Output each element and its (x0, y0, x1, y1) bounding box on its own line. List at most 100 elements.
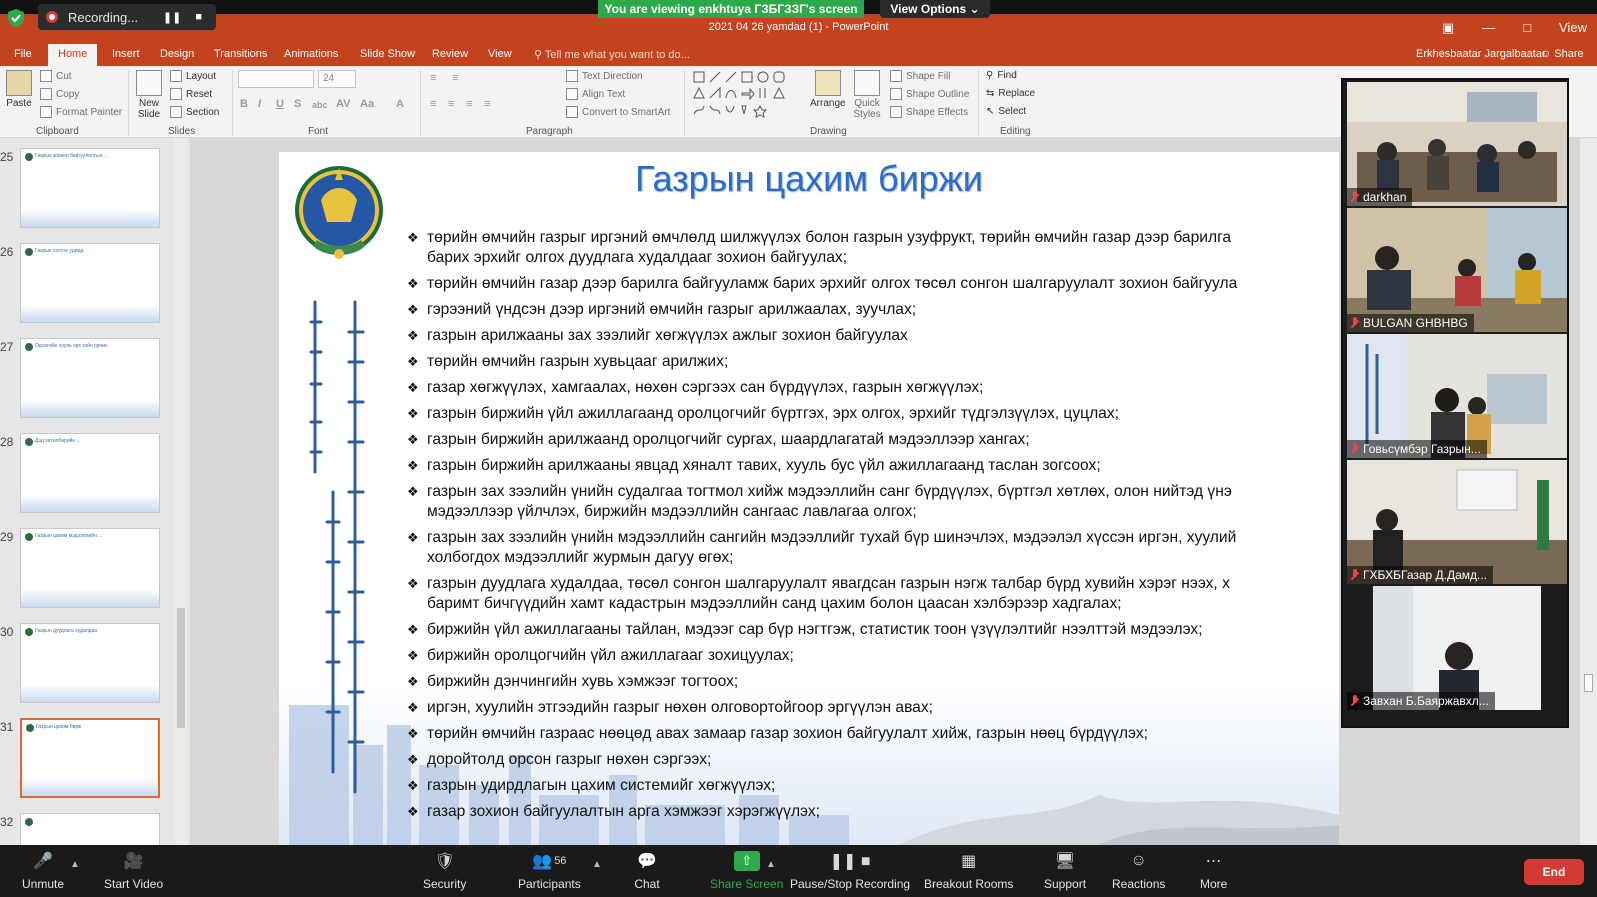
bullet-item[interactable]: ❖ төрийн өмчийн газрыг иргэний өмчлөлд ши… (407, 228, 1339, 268)
font-color-icon[interactable]: A (396, 98, 404, 110)
breakout-rooms-button[interactable]: ▦ Breakout Rooms (924, 851, 1013, 891)
user-name[interactable]: Erkhesbaatar Jargalbaatar (1416, 48, 1546, 60)
video-tile[interactable]: Говьсүмбэр Газрын... (1347, 334, 1567, 458)
slide-bullet-list[interactable]: ❖ төрийн өмчийн газрыг иргэний өмчлөлд ши… (407, 228, 1339, 828)
pause-recording-icon[interactable]: ❚❚ (163, 11, 181, 24)
arrange-button[interactable]: Arrange (810, 70, 846, 109)
scrollbar-thumb[interactable] (1584, 674, 1593, 692)
bold-icon[interactable]: B (240, 98, 248, 110)
security-button[interactable]: 🛡 Security (423, 851, 466, 891)
participants-button[interactable]: 👥 56 Participants (518, 851, 581, 891)
bullet-item[interactable]: ❖ газрын биржийн арилжаанд оролцогчийг су… (407, 430, 1339, 450)
slide-thumbnail[interactable]: Газрын зохион байгуулалтын ... (20, 148, 160, 228)
bullet-item[interactable]: ❖ газрын зах зээлийн үнийн мэдээллийн сан… (407, 528, 1339, 568)
paste-button[interactable]: Paste (6, 70, 32, 109)
shape-effects-button[interactable]: Shape Effects (890, 106, 968, 118)
end-meeting-button[interactable]: End (1524, 859, 1584, 885)
video-tile[interactable]: ГХБХБГазар Д.Дамд... (1347, 460, 1567, 584)
slide-thumbnail[interactable] (20, 813, 160, 845)
reset-button[interactable]: Reset (170, 88, 212, 100)
ribbon-display-icon[interactable]: ▣ (1442, 20, 1454, 36)
align-center-icon[interactable]: ≡ (448, 98, 454, 110)
video-tile[interactable]: BULGAN GHBHBG (1347, 208, 1567, 332)
quick-styles-button[interactable]: Quick Styles (852, 70, 882, 120)
italic-icon[interactable]: I (258, 98, 261, 110)
video-tile[interactable]: darkhan (1347, 82, 1567, 206)
tab-animations[interactable]: Animations (284, 48, 338, 60)
slide-thumbnail[interactable]: Дэд хөтөлбөрийн ... (20, 433, 160, 513)
align-left-icon[interactable]: ≡ (430, 98, 436, 110)
bullet-item[interactable]: ❖ газрын удирдлагын цахим системийг хөгжү… (407, 776, 1339, 796)
numbering-icon[interactable]: ≡ (452, 72, 458, 84)
replace-button[interactable]: ⇆ Replace (986, 88, 1035, 99)
bullet-item[interactable]: ❖ биржийн оролцогчийн үйл ажиллагааг зохи… (407, 646, 1339, 666)
bullet-item[interactable]: ❖ биржийн дэнчингийн хувь хэмжээг тогтоох… (407, 672, 1339, 692)
pause-stop-recording-button[interactable]: ❚❚ ■ Pause/Stop Recording (790, 851, 910, 891)
minimize-icon[interactable]: — (1482, 20, 1495, 36)
tab-slide-show[interactable]: Slide Show (360, 48, 415, 60)
strikethrough-icon[interactable]: abc (312, 100, 328, 110)
support-button[interactable]: 🖥 Support (1044, 851, 1086, 891)
bullet-item[interactable]: ❖ төрийн өмчийн газрын хувьцааг арилжих; (407, 352, 1339, 372)
bullet-item[interactable]: ❖ газрын биржийн арилжааны явцад хяналт т… (407, 456, 1339, 476)
chat-button[interactable]: 💬 Chat (634, 851, 660, 891)
copy-button[interactable]: Copy (40, 88, 79, 100)
section-button[interactable]: Section (170, 106, 219, 118)
share-screen-button[interactable]: ⇧ Share Screen (710, 851, 783, 891)
current-slide[interactable]: Газрын цахим биржи ❖ төрийн өмчийн газрыг… (279, 152, 1339, 845)
shape-outline-button[interactable]: Shape Outline (890, 88, 969, 100)
font-family-input[interactable] (238, 70, 314, 88)
thumbnail-scrollbar[interactable] (175, 138, 187, 845)
tab-insert[interactable]: Insert (112, 48, 140, 60)
more-button[interactable]: ⋯ More (1200, 851, 1227, 891)
stop-recording-icon[interactable]: ■ (195, 11, 202, 24)
slide-thumbnail[interactable]: Одоогийн хууль эрх зүйн орчин (20, 338, 160, 418)
reactions-button[interactable]: ☺ Reactions (1112, 851, 1165, 891)
view-corner-label[interactable]: View (1559, 20, 1587, 36)
maximize-icon[interactable]: □ (1523, 20, 1531, 36)
bullet-item[interactable]: ❖ газрын арилжааны зах зээлийг хөгжүүлэх … (407, 326, 1339, 346)
audio-options-caret-icon[interactable]: ▲ (70, 859, 80, 870)
bullet-item[interactable]: ❖ гэрээний үндсэн дээр иргэний өмчийн газ… (407, 300, 1339, 320)
select-button[interactable]: ↖ Select (986, 106, 1026, 117)
tab-review[interactable]: Review (432, 48, 468, 60)
font-size-input[interactable]: 24 (318, 70, 356, 88)
tab-view[interactable]: View (488, 48, 512, 60)
bullet-item[interactable]: ❖ газрын биржийн үйл ажиллагаанд оролцогч… (407, 404, 1339, 424)
bullet-item[interactable]: ❖ газар хөгжүүлэх, хамгаалах, нөхөн сэргэ… (407, 378, 1339, 398)
slide-thumbnail[interactable]: Газрын дуудлага худалдаа (20, 623, 160, 703)
align-text-button[interactable]: Align Text (566, 88, 625, 100)
justify-icon[interactable]: ≡ (484, 98, 490, 110)
tab-transitions[interactable]: Transitions (214, 48, 267, 60)
shape-fill-button[interactable]: Shape Fill (890, 70, 950, 82)
slide-title[interactable]: Газрын цахим биржи (279, 158, 1339, 200)
bullet-item[interactable]: ❖ доройтолд орсон газрыг нөхөн сэргээх; (407, 750, 1339, 770)
tab-home[interactable]: Home (48, 44, 98, 66)
bullet-item[interactable]: ❖ газрын зах зээлийн үнийн судалгаа тогтм… (407, 482, 1339, 522)
tab-design[interactable]: Design (160, 48, 194, 60)
participants-caret-icon[interactable]: ▲ (592, 859, 602, 870)
convert-smartart-button[interactable]: Convert to SmartArt (566, 106, 670, 118)
tab-file[interactable]: File (14, 48, 32, 60)
shadow-icon[interactable]: S (294, 98, 301, 110)
slide-thumbnail[interactable]: Газрын цахим мэдээллийн ... (20, 528, 160, 608)
share-screen-caret-icon[interactable]: ▲ (766, 859, 776, 870)
bullet-item[interactable]: ❖ иргэн, хуулийн этгээдийн газрыг нөхөн о… (407, 698, 1339, 718)
scrollbar-thumb[interactable] (177, 608, 185, 728)
bullet-item[interactable]: ❖ биржийн үйл ажиллагааны тайлан, мэдээг … (407, 620, 1339, 640)
text-direction-button[interactable]: Text Direction (566, 70, 643, 82)
bullet-item[interactable]: ❖ газрын дуудлага худалдаа, төсөл сонгон … (407, 574, 1339, 614)
bullets-icon[interactable]: ≡ (430, 72, 436, 84)
change-case-icon[interactable]: Aa (360, 98, 374, 110)
new-slide-button[interactable]: New Slide (134, 70, 164, 120)
share-button[interactable]: ☺ Share (1540, 48, 1584, 60)
underline-icon[interactable]: U (276, 98, 284, 110)
video-tile[interactable]: Завхан Б.Баяржавхл... (1347, 586, 1567, 710)
slide-scrollbar[interactable] (1580, 138, 1597, 845)
layout-button[interactable]: Layout (170, 70, 216, 82)
shapes-gallery[interactable] (692, 70, 804, 122)
char-spacing-icon[interactable]: AV (336, 98, 350, 110)
tell-me-search[interactable]: ⚲ Tell me what you want to do... (534, 48, 690, 61)
slide-thumbnail[interactable]: Газрын цахим бирж (20, 718, 160, 798)
start-video-button[interactable]: 🎥 Start Video (104, 851, 163, 891)
